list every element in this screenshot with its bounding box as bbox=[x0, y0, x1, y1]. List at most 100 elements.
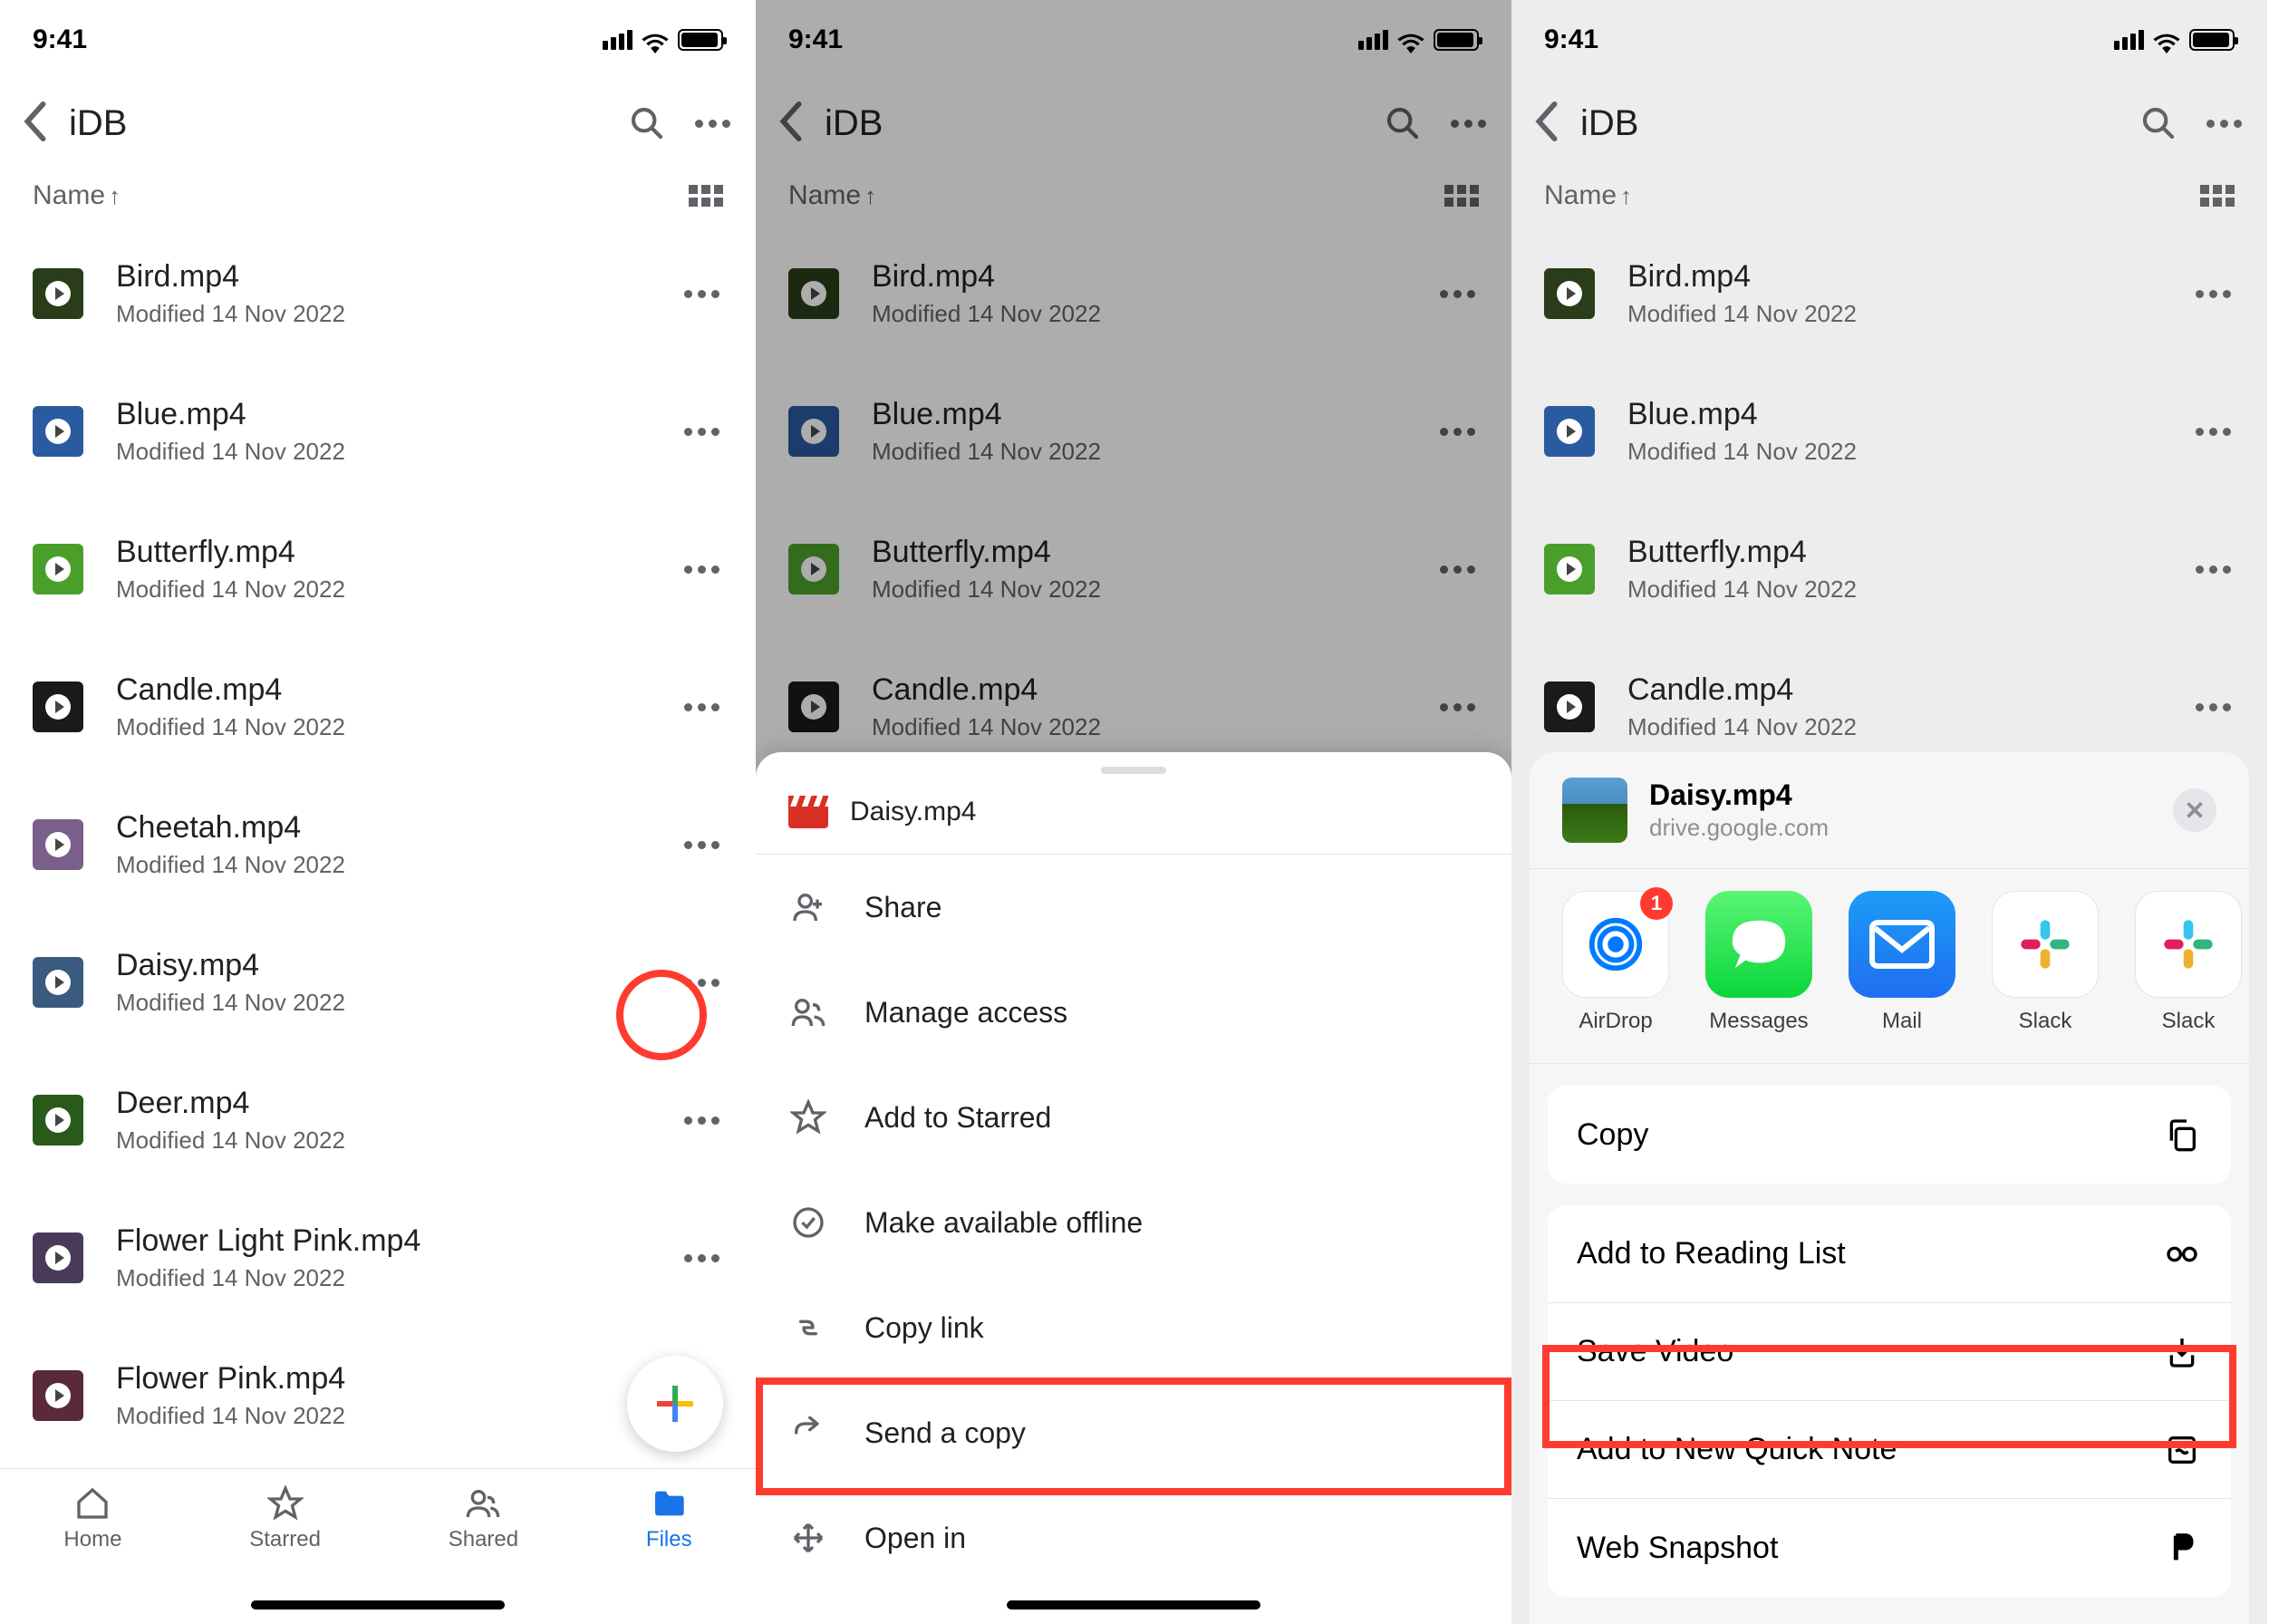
action-label: Copy bbox=[1577, 1117, 1648, 1153]
file-thumbnail bbox=[1544, 682, 1595, 732]
file-more-button[interactable] bbox=[680, 703, 723, 711]
file-info: Butterfly.mp4 Modified 14 Nov 2022 bbox=[116, 535, 680, 604]
file-row[interactable]: Flower Light Pink.mp4 Modified 14 Nov 20… bbox=[33, 1189, 723, 1327]
file-row[interactable]: Butterfly.mp4 Modified 14 Nov 2022 bbox=[33, 500, 723, 638]
file-row[interactable]: Flower Pink.mp4 Modified 14 Nov 2022 bbox=[33, 1327, 723, 1464]
file-more-button[interactable] bbox=[680, 1116, 723, 1125]
file-more-button[interactable] bbox=[680, 841, 723, 849]
share-app-slack[interactable]: Slack bbox=[2135, 891, 2242, 1034]
share-app-messages[interactable]: Messages bbox=[1705, 891, 1812, 1034]
file-info: Blue.mp4 Modified 14 Nov 2022 bbox=[116, 397, 680, 466]
sheet-item-arrow-share[interactable]: Send a copy bbox=[756, 1380, 1511, 1485]
move-icon bbox=[788, 1518, 828, 1558]
header-more-button[interactable] bbox=[2202, 102, 2245, 145]
cellular-icon bbox=[2114, 30, 2144, 50]
play-icon bbox=[801, 556, 826, 582]
file-name: Butterfly.mp4 bbox=[116, 535, 680, 570]
fab-add-button[interactable] bbox=[627, 1356, 723, 1452]
share-title-block: Daisy.mp4 drive.google.com bbox=[1649, 778, 2151, 842]
file-row[interactable]: Bird.mp4 Modified 14 Nov 2022 bbox=[788, 225, 1479, 362]
file-more-button[interactable] bbox=[2191, 428, 2235, 436]
file-more-button[interactable] bbox=[2191, 703, 2235, 711]
tab-files[interactable]: Files bbox=[646, 1485, 692, 1624]
file-more-button[interactable] bbox=[680, 566, 723, 574]
file-actions-sheet: Daisy.mp4 Share Manage access Add to Sta… bbox=[756, 752, 1511, 1624]
file-more-button[interactable] bbox=[680, 290, 723, 298]
file-more-button[interactable] bbox=[680, 1254, 723, 1262]
header-more-button[interactable] bbox=[690, 102, 734, 145]
panel-2-drive-action-sheet: 9:41 iDB Name ↑ Bird.mp4 Modified 14 Nov… bbox=[756, 0, 1511, 1624]
sheet-filename: Daisy.mp4 bbox=[850, 797, 976, 827]
sheet-item-check-circle[interactable]: Make available offline bbox=[756, 1170, 1511, 1275]
file-row[interactable]: Blue.mp4 Modified 14 Nov 2022 bbox=[1544, 362, 2235, 500]
play-icon bbox=[45, 970, 71, 995]
file-row[interactable]: Butterfly.mp4 Modified 14 Nov 2022 bbox=[1544, 500, 2235, 638]
file-row[interactable]: Deer.mp4 Modified 14 Nov 2022 bbox=[33, 1051, 723, 1189]
file-thumbnail bbox=[33, 682, 83, 732]
back-button[interactable] bbox=[777, 101, 803, 147]
file-row[interactable]: Bird.mp4 Modified 14 Nov 2022 bbox=[1544, 225, 2235, 362]
file-thumbnail bbox=[33, 268, 83, 319]
file-row[interactable]: Cheetah.mp4 Modified 14 Nov 2022 bbox=[33, 776, 723, 914]
sheet-drag-handle[interactable] bbox=[1101, 767, 1166, 774]
search-button[interactable] bbox=[625, 102, 669, 145]
share-app-mail[interactable]: Mail bbox=[1849, 891, 1955, 1034]
view-toggle-button[interactable] bbox=[2200, 185, 2235, 207]
sheet-item-people[interactable]: Manage access bbox=[756, 960, 1511, 1065]
share-app-airdrop[interactable]: 1 AirDrop bbox=[1562, 891, 1669, 1034]
back-button[interactable] bbox=[1533, 101, 1559, 147]
file-row[interactable]: Butterfly.mp4 Modified 14 Nov 2022 bbox=[788, 500, 1479, 638]
action-copy[interactable]: Copy bbox=[1548, 1086, 2231, 1184]
file-more-button[interactable] bbox=[2191, 566, 2235, 574]
action-p[interactable]: Web Snapshot bbox=[1548, 1499, 2231, 1597]
play-icon bbox=[1557, 281, 1582, 306]
file-more-button[interactable] bbox=[2191, 290, 2235, 298]
view-toggle-button[interactable] bbox=[689, 185, 723, 207]
action-download[interactable]: Save Video bbox=[1548, 1303, 2231, 1401]
file-more-button[interactable] bbox=[1435, 290, 1479, 298]
file-row[interactable]: Daisy.mp4 Modified 14 Nov 2022 bbox=[33, 914, 723, 1051]
file-info: Candle.mp4 Modified 14 Nov 2022 bbox=[116, 672, 680, 741]
file-more-button[interactable] bbox=[680, 428, 723, 436]
file-more-button[interactable] bbox=[680, 979, 723, 987]
search-button[interactable] bbox=[2137, 102, 2180, 145]
file-meta: Modified 14 Nov 2022 bbox=[872, 713, 1435, 741]
file-more-button[interactable] bbox=[1435, 703, 1479, 711]
close-button[interactable]: ✕ bbox=[2173, 788, 2216, 832]
file-meta: Modified 14 Nov 2022 bbox=[1627, 438, 2191, 466]
sheet-item-star[interactable]: Add to Starred bbox=[756, 1065, 1511, 1170]
sort-button[interactable]: Name ↑ bbox=[33, 180, 121, 211]
sort-button[interactable]: Name ↑ bbox=[788, 180, 876, 211]
header-more-button[interactable] bbox=[1446, 102, 1490, 145]
file-thumbnail bbox=[33, 1232, 83, 1283]
home-indicator[interactable] bbox=[251, 1600, 505, 1610]
file-info: Flower Light Pink.mp4 Modified 14 Nov 20… bbox=[116, 1223, 680, 1292]
view-toggle-button[interactable] bbox=[1444, 185, 1479, 207]
back-button[interactable] bbox=[22, 101, 47, 147]
app-label: Mail bbox=[1882, 1009, 1922, 1034]
home-indicator[interactable] bbox=[1007, 1600, 1260, 1610]
sort-button[interactable]: Name ↑ bbox=[1544, 180, 1632, 211]
file-row[interactable]: Blue.mp4 Modified 14 Nov 2022 bbox=[788, 362, 1479, 500]
action-group-1: Copy bbox=[1548, 1086, 2231, 1184]
file-name: Candle.mp4 bbox=[116, 672, 680, 708]
file-more-button[interactable] bbox=[1435, 428, 1479, 436]
sheet-item-person-plus[interactable]: Share bbox=[756, 855, 1511, 960]
search-button[interactable] bbox=[1381, 102, 1424, 145]
tab-home[interactable]: Home bbox=[63, 1485, 121, 1624]
action-glasses[interactable]: Add to Reading List bbox=[1548, 1205, 2231, 1303]
sheet-item-label: Send a copy bbox=[864, 1416, 1026, 1450]
share-app-slack[interactable]: Slack bbox=[1992, 891, 2099, 1034]
sheet-item-link[interactable]: Copy link bbox=[756, 1275, 1511, 1380]
app-header: iDB bbox=[0, 80, 756, 167]
page-title: iDB bbox=[825, 103, 1359, 144]
sheet-item-move[interactable]: Open in bbox=[756, 1485, 1511, 1590]
file-thumbnail bbox=[1544, 268, 1595, 319]
file-more-button[interactable] bbox=[1435, 566, 1479, 574]
file-row[interactable]: Bird.mp4 Modified 14 Nov 2022 bbox=[33, 225, 723, 362]
action-note[interactable]: Add to New Quick Note bbox=[1548, 1401, 2231, 1499]
file-row[interactable]: Candle.mp4 Modified 14 Nov 2022 bbox=[33, 638, 723, 776]
file-row[interactable]: Blue.mp4 Modified 14 Nov 2022 bbox=[33, 362, 723, 500]
wifi-icon bbox=[1397, 30, 1424, 50]
tab-label: Home bbox=[63, 1527, 121, 1552]
